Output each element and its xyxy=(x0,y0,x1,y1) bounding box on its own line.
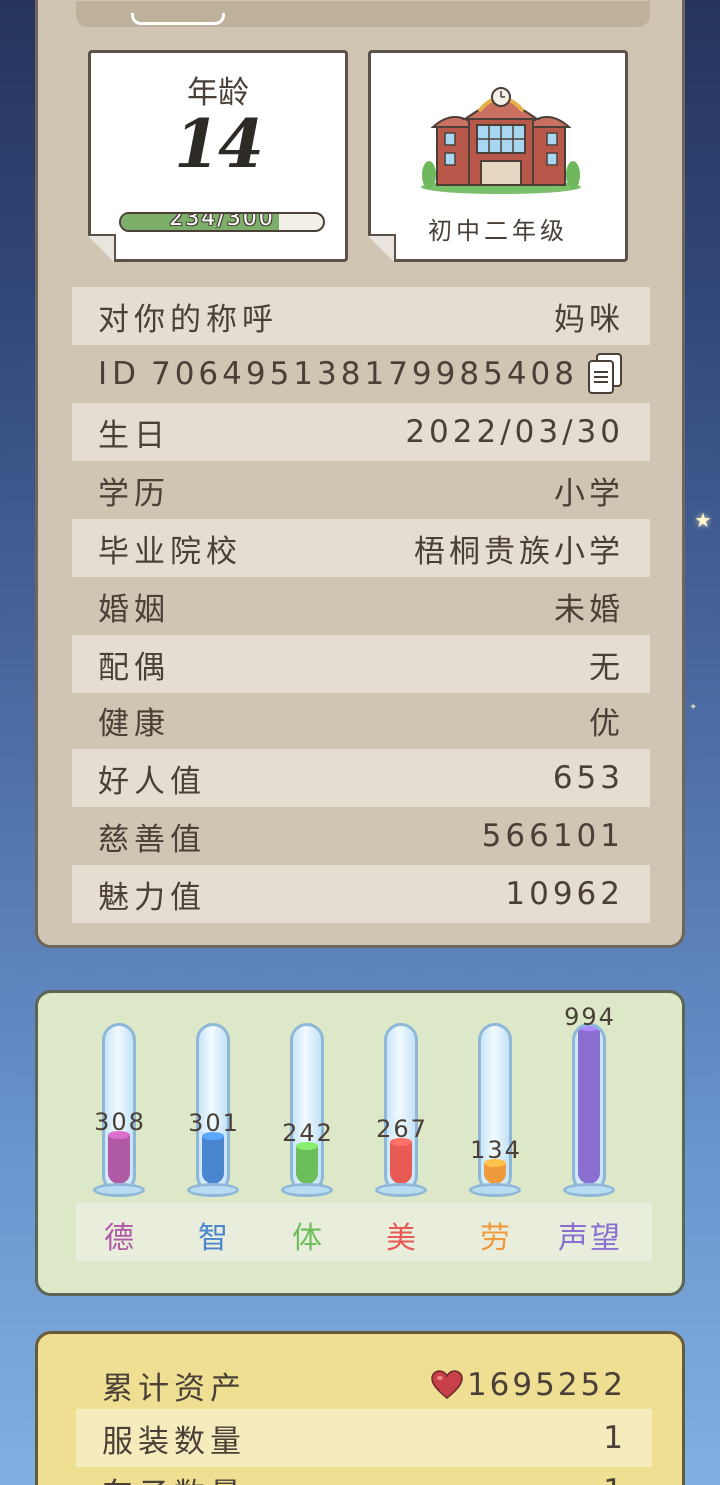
charm-value: 10962 xyxy=(505,876,624,912)
tube-base xyxy=(187,1183,239,1197)
attribute-value: 267 xyxy=(376,1115,428,1143)
attribute-label: 智 xyxy=(198,1221,230,1256)
attribute-tube: 994 xyxy=(560,993,620,1203)
school-row: 毕业院校 梧桐贵族小学 xyxy=(72,519,650,577)
marriage-value: 未婚 xyxy=(554,591,624,628)
school-label: 毕业院校 xyxy=(98,533,242,570)
tube-glass xyxy=(290,1023,324,1193)
tube-liquid xyxy=(202,1136,224,1184)
attribute-label: 声望 xyxy=(558,1221,622,1256)
nickname-label: 对你的称呼 xyxy=(98,301,278,338)
age-card: 年龄 14 234/300 xyxy=(88,50,348,262)
profile-card: 年龄 14 234/300 初中二年级 对你的称呼 妈咪 ID 70649513… xyxy=(35,0,685,948)
tube-liquid xyxy=(296,1146,318,1184)
total-assets-value: 1695252 xyxy=(466,1367,626,1403)
age-progress-text: 234/300 xyxy=(169,212,275,231)
attribute-label: 德 xyxy=(104,1221,136,1256)
tube-liquid xyxy=(108,1135,130,1184)
charm-row: 魅力值 10962 xyxy=(72,865,650,923)
id-label: ID xyxy=(98,356,142,392)
clothes-value: 1 xyxy=(603,1420,626,1456)
goodness-value: 653 xyxy=(552,760,624,796)
header-tab[interactable] xyxy=(131,13,225,25)
tube-base xyxy=(469,1183,521,1197)
attribute-value: 308 xyxy=(94,1108,146,1136)
clothes-label: 服装数量 xyxy=(102,1423,246,1460)
education-value: 小学 xyxy=(554,475,624,512)
school-building-icon xyxy=(421,87,581,194)
total-assets-label: 累计资产 xyxy=(102,1370,246,1407)
marriage-row: 婚姻 未婚 xyxy=(72,577,650,635)
cars-value: 1 xyxy=(603,1473,626,1485)
attribute-value: 134 xyxy=(470,1136,522,1164)
nickname-value: 妈咪 xyxy=(554,301,624,338)
tube-glass xyxy=(384,1023,418,1193)
cars-label: 车子数量 xyxy=(102,1469,246,1485)
nickname-row[interactable]: 对你的称呼 妈咪 xyxy=(72,287,650,345)
charity-value: 566101 xyxy=(481,818,624,854)
age-value: 14 xyxy=(174,105,264,183)
attribute-label: 美 xyxy=(386,1221,418,1256)
education-row: 学历 小学 xyxy=(72,461,650,519)
tube-base xyxy=(375,1183,427,1197)
total-assets-row: 累计资产 1695252 xyxy=(76,1356,652,1414)
heart-icon xyxy=(431,1370,463,1399)
charity-label: 慈善值 xyxy=(98,821,206,858)
attribute-tube: 267 xyxy=(372,993,432,1203)
health-label: 健康 xyxy=(98,705,170,742)
goodness-row: 好人值 653 xyxy=(72,749,650,807)
id-row: ID 706495138179985408 xyxy=(72,345,650,403)
attribute-value: 242 xyxy=(282,1119,334,1147)
cars-row: 车子数量 1 xyxy=(76,1462,652,1485)
tube-glass xyxy=(572,1023,606,1193)
school-card[interactable]: 初中二年级 xyxy=(368,50,628,262)
tube-base xyxy=(563,1183,615,1197)
attribute-label: 体 xyxy=(292,1221,324,1256)
health-row: 健康 优 xyxy=(72,691,650,749)
school-value: 梧桐贵族小学 xyxy=(414,533,624,570)
spouse-row: 配偶 无 xyxy=(72,635,650,693)
attribute-label: 劳 xyxy=(480,1221,512,1256)
attribute-tube: 134 xyxy=(466,993,526,1203)
grade-label: 初中二年级 xyxy=(428,217,568,245)
attributes-card: 308 德 301 智 242 体 267 美 134 劳 994 声望 xyxy=(35,990,685,1296)
tube-base xyxy=(93,1183,145,1197)
birthday-label: 生日 xyxy=(98,417,170,454)
header-strip xyxy=(76,1,650,27)
attribute-tube: 308 xyxy=(90,993,150,1203)
star-decoration-icon: ★ xyxy=(694,508,712,532)
spouse-value: 无 xyxy=(589,649,624,686)
attribute-value: 301 xyxy=(188,1109,240,1137)
age-progress-bar: 234/300 xyxy=(119,212,325,232)
star-decoration-icon: ✦ xyxy=(689,702,698,713)
charity-row: 慈善值 566101 xyxy=(72,807,650,865)
marriage-label: 婚姻 xyxy=(98,591,170,628)
attribute-value: 994 xyxy=(564,1003,616,1031)
tube-base xyxy=(281,1183,333,1197)
attribute-tube: 242 xyxy=(278,993,338,1203)
assets-card: 累计资产 1695252 服装数量 1 车子数量 1 xyxy=(35,1331,685,1485)
id-value: 706495138179985408 xyxy=(150,356,578,392)
spouse-label: 配偶 xyxy=(98,649,170,686)
health-value: 优 xyxy=(589,705,624,742)
tube-liquid xyxy=(484,1163,506,1184)
clothes-row: 服装数量 1 xyxy=(76,1409,652,1467)
charm-label: 魅力值 xyxy=(98,879,206,916)
tube-liquid xyxy=(390,1142,412,1184)
education-label: 学历 xyxy=(98,475,170,512)
birthday-row: 生日 2022/03/30 xyxy=(72,403,650,461)
tube-glass xyxy=(478,1023,512,1193)
attribute-tube: 301 xyxy=(184,993,244,1203)
tube-glass xyxy=(196,1023,230,1193)
tube-liquid xyxy=(578,1027,600,1184)
birthday-value: 2022/03/30 xyxy=(405,414,624,450)
copy-icon[interactable] xyxy=(588,353,624,395)
goodness-label: 好人值 xyxy=(98,763,206,800)
